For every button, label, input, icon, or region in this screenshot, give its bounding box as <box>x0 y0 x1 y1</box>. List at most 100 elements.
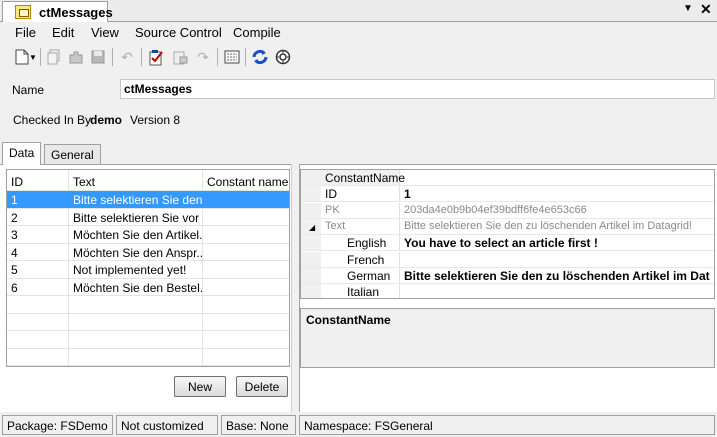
tab-general[interactable]: General <box>44 144 101 164</box>
document-tab[interactable]: ctMessages <box>2 1 113 22</box>
property-grid-header-value <box>400 170 714 185</box>
table-row[interactable]: 6 Möchten Sie den Bestel... <box>7 278 289 296</box>
menu-edit[interactable]: Edit <box>52 25 74 40</box>
cell-constant-name <box>203 296 289 313</box>
property-grid[interactable]: ConstantName ID 1 PK 203da4e0b9b04ef39bdff6… <box>300 169 715 299</box>
cell-id: 2 <box>7 208 69 225</box>
table-row[interactable]: 2 Bitte selektieren Sie vor ... <box>7 208 289 226</box>
dropdown-arrow-icon[interactable]: ▼ <box>28 47 38 67</box>
undo-icon[interactable]: ↶ <box>117 47 137 67</box>
cell-constant-name <box>203 226 289 243</box>
property-label: Text <box>321 218 400 234</box>
table-row[interactable]: 1 Bitte selektieren Sie den... <box>7 191 289 209</box>
refresh-icon[interactable] <box>250 47 270 67</box>
table-row[interactable]: 5 Not implemented yet! <box>7 261 289 279</box>
name-field[interactable]: ctMessages <box>120 79 715 99</box>
cell-text: Not implemented yet! <box>69 261 203 278</box>
cell-constant-name <box>203 261 289 278</box>
menu-source-control[interactable]: Source Control <box>135 25 222 40</box>
column-header-constant-name[interactable]: Constant name <box>203 170 289 190</box>
revert-icon[interactable]: ↷ <box>193 47 213 67</box>
property-value[interactable]: You have to select an article first ! <box>400 235 714 250</box>
window-list-dropdown-icon[interactable]: ▼ <box>683 3 693 14</box>
property-row[interactable]: ◢ Text Bitte selektieren Sie den zu lösche… <box>301 218 714 235</box>
save-icon[interactable] <box>88 47 108 67</box>
copy-icon[interactable] <box>44 47 64 67</box>
document-tab-strip: ctMessages ▼ ✕ <box>0 0 717 22</box>
messages-grid[interactable]: ID Text Constant name 1 Bitte selektieren… <box>6 169 290 367</box>
cell-constant-name <box>203 191 289 208</box>
cell-id: 3 <box>7 226 69 243</box>
property-value[interactable] <box>400 252 714 267</box>
checked-in-user: demo <box>90 113 123 127</box>
cell-constant-name <box>203 279 289 296</box>
property-row[interactable]: German Bitte selektieren Sie den zu lösch… <box>301 267 714 284</box>
checkout-icon[interactable] <box>170 47 190 67</box>
settings-icon[interactable] <box>273 47 293 67</box>
new-button[interactable]: New <box>174 376 226 397</box>
empty-row <box>7 296 289 314</box>
menu-view[interactable]: View <box>91 25 119 40</box>
cell-text: Möchten Sie den Artikel... <box>69 226 203 243</box>
close-document-icon[interactable]: ✕ <box>700 1 712 18</box>
cell-text: Möchten Sie den Bestel... <box>69 278 203 295</box>
cell-constant-name <box>203 314 289 331</box>
empty-row <box>7 313 289 331</box>
toolbar-separator <box>40 48 41 66</box>
property-value[interactable]: Bitte selektieren Sie den zu löschenden … <box>400 219 714 234</box>
menu-file[interactable]: File <box>15 25 36 40</box>
cell-text: Bitte selektieren Sie den... <box>69 191 203 208</box>
expand-collapse-icon[interactable]: ◢ <box>309 223 315 232</box>
property-row-margin <box>301 284 321 298</box>
plugin-icon[interactable] <box>66 47 86 67</box>
cell-constant-name <box>203 331 289 348</box>
property-row-margin <box>301 235 321 251</box>
grid-header-row: ID Text Constant name <box>7 170 289 191</box>
cell-id <box>7 348 69 365</box>
property-grid-margin <box>301 170 321 185</box>
checkin-icon[interactable] <box>146 47 166 67</box>
table-row[interactable]: 4 Möchten Sie den Anspr... <box>7 243 289 261</box>
property-row[interactable]: ID 1 <box>301 186 714 203</box>
property-grid-header: ConstantName <box>321 170 405 185</box>
property-row-margin <box>301 251 321 267</box>
column-header-id[interactable]: ID <box>7 170 69 190</box>
property-value[interactable]: 203da4e0b9b04ef39bdff6fe4e653c66 <box>400 203 714 218</box>
menu-compile[interactable]: Compile <box>233 25 281 40</box>
property-row[interactable]: PK 203da4e0b9b04ef39bdff6fe4e653c66 <box>301 202 714 219</box>
cell-constant-name <box>203 209 289 226</box>
property-label: German <box>321 267 400 283</box>
splitter[interactable] <box>291 164 300 412</box>
delete-button[interactable]: Delete <box>236 376 288 397</box>
table-row[interactable]: 3 Möchten Sie den Artikel... <box>7 226 289 244</box>
status-namespace: Namespace: FSGeneral <box>299 415 715 435</box>
property-row-margin: ◢ <box>301 218 321 234</box>
cell-text <box>69 331 203 348</box>
property-row[interactable]: French <box>301 251 714 268</box>
property-label: English <box>321 235 400 251</box>
cell-text: Bitte selektieren Sie vor ... <box>69 208 203 225</box>
cell-text <box>69 348 203 365</box>
compile-icon[interactable] <box>222 47 242 67</box>
cell-id <box>7 313 69 330</box>
toolbar-separator <box>245 48 246 66</box>
tab-data[interactable]: Data <box>2 142 42 165</box>
property-row[interactable]: English You have to select an article fir… <box>301 235 714 252</box>
column-header-text[interactable]: Text <box>69 170 203 190</box>
property-value[interactable] <box>400 284 714 298</box>
name-label: Name <box>12 83 45 97</box>
property-row[interactable]: Italian <box>301 284 714 298</box>
property-row-margin <box>301 202 321 218</box>
property-grid-header-row: ConstantName <box>301 170 714 186</box>
cell-text: Möchten Sie den Anspr... <box>69 243 203 260</box>
status-bar: Package: FSDemo Not customized Base: Non… <box>0 412 717 437</box>
property-label: Italian <box>321 284 400 298</box>
property-description: ConstantName <box>300 308 715 368</box>
toolbar-separator <box>112 48 113 66</box>
empty-row <box>7 331 289 349</box>
property-value[interactable]: Bitte selektieren Sie den zu löschenden … <box>400 268 714 283</box>
cell-id: 5 <box>7 261 69 278</box>
property-label: PK <box>321 202 400 218</box>
status-base: Base: None <box>221 415 296 435</box>
property-value[interactable]: 1 <box>400 186 714 201</box>
